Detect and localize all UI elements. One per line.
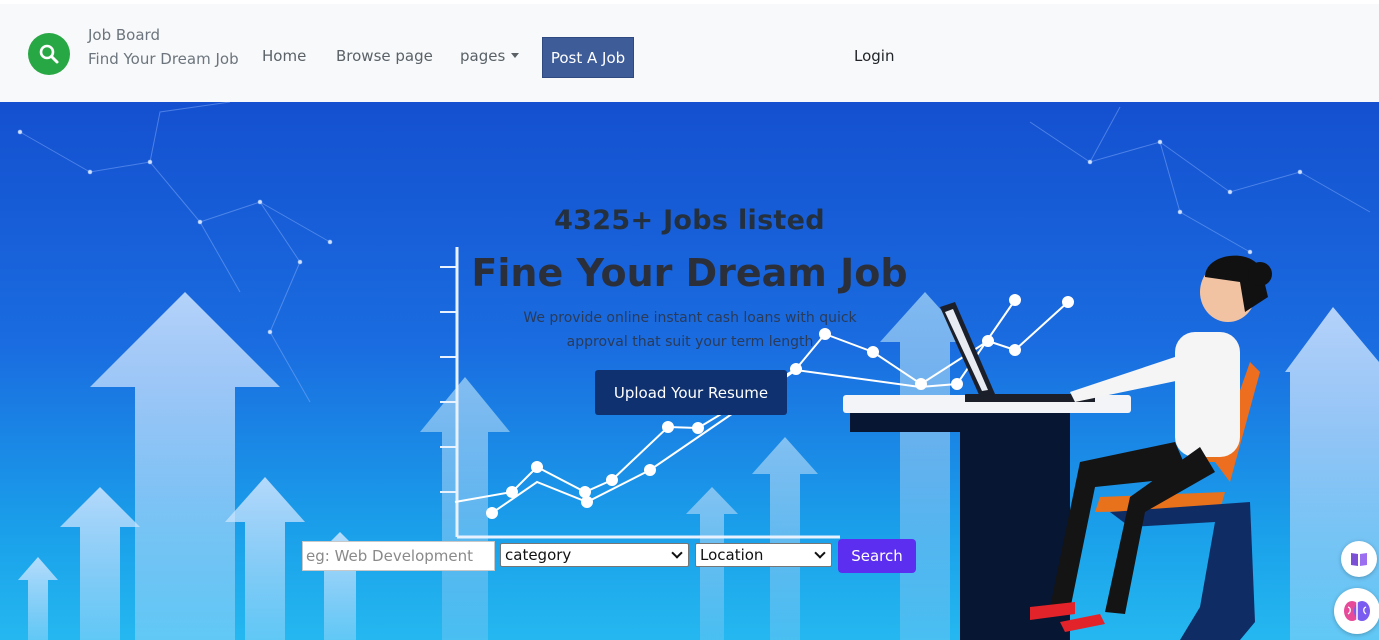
upload-resume-button[interactable]: Upload Your Resume xyxy=(595,370,787,415)
category-select[interactable]: category xyxy=(500,543,689,567)
caret-down-icon xyxy=(511,53,520,58)
category-select-value: category xyxy=(505,546,572,564)
nav-pages-dropdown[interactable]: pages xyxy=(460,47,520,65)
jobs-count-heading: 4325+ Jobs listed xyxy=(554,205,825,236)
brain-icon xyxy=(1344,601,1370,621)
brand-subtitle: Find Your Dream Job xyxy=(88,50,239,68)
nav-pages-label: pages xyxy=(460,47,506,65)
location-select-value: Location xyxy=(700,546,764,564)
nav-browse-link[interactable]: Browse page xyxy=(336,47,433,65)
chevron-down-icon xyxy=(671,546,683,559)
hero-title: Fine Your Dream Job xyxy=(471,251,908,295)
location-select[interactable]: Location xyxy=(695,543,832,567)
keyword-search-input[interactable] xyxy=(302,541,495,571)
chevron-down-icon xyxy=(814,546,826,559)
ai-assistant-button[interactable] xyxy=(1334,588,1379,634)
search-button[interactable]: Search xyxy=(838,539,916,573)
logo[interactable] xyxy=(28,33,70,75)
brand-title: Job Board xyxy=(88,26,160,44)
post-job-button[interactable]: Post A Job xyxy=(542,37,634,78)
search-icon xyxy=(39,44,59,64)
login-link[interactable]: Login xyxy=(854,47,894,65)
hero-section: 4325+ Jobs listed Fine Your Dream Job We… xyxy=(0,102,1379,640)
hero-description: We provide online instant cash loans wit… xyxy=(523,310,857,350)
navbar: Job Board Find Your Dream Job Home Brows… xyxy=(0,0,1379,102)
book-icon xyxy=(1351,553,1367,566)
nav-home-link[interactable]: Home xyxy=(262,47,306,65)
reader-widget-button[interactable] xyxy=(1341,541,1377,577)
